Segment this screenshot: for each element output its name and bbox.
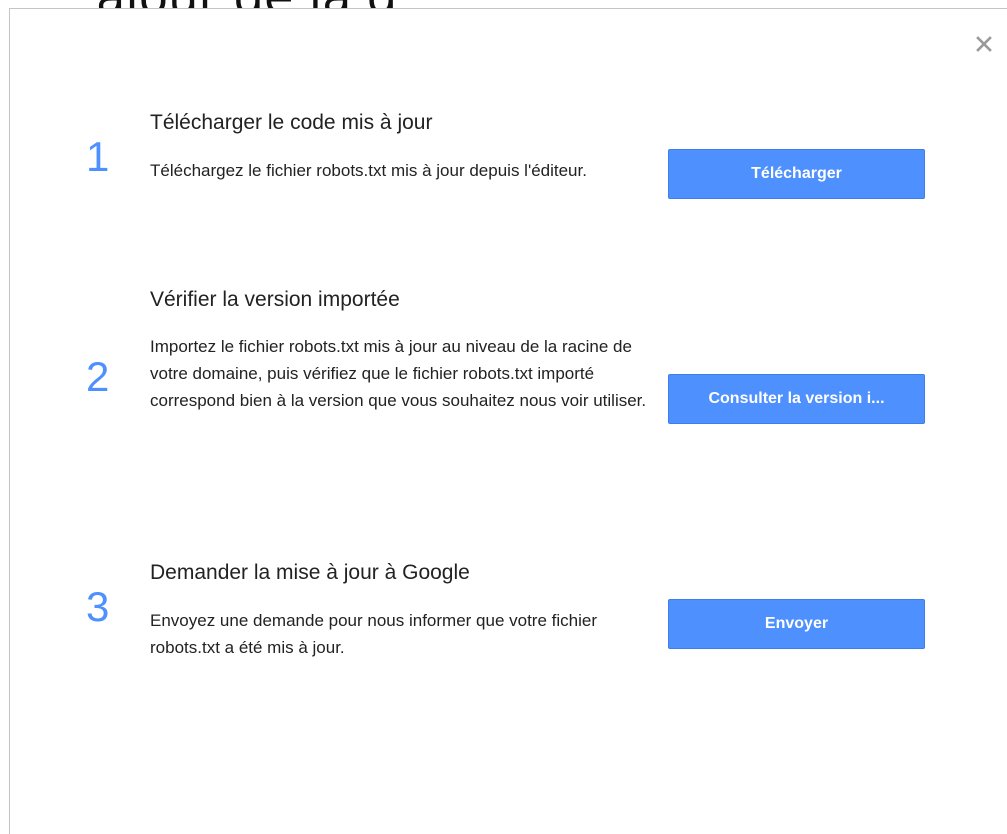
step-number: 2 (86, 353, 110, 400)
step-title: Demander la mise à jour à Google (150, 561, 470, 584)
page: ajour de la g 1 Télécharger le code mis … (0, 0, 1007, 834)
step-description: Envoyez une demande pour nous informer q… (150, 611, 597, 657)
step-description: Importez le fichier robots.txt mis à jou… (150, 337, 647, 410)
step-title: Télécharger le code mis à jour (150, 111, 433, 134)
view-uploaded-version-button[interactable]: Consulter la version i... (668, 374, 925, 424)
submit-button[interactable]: Envoyer (668, 599, 925, 649)
step-number: 1 (86, 133, 110, 180)
step-number: 3 (86, 583, 110, 630)
step-title: Vérifier la version importée (150, 288, 400, 311)
close-icon (976, 36, 992, 52)
close-button[interactable] (974, 34, 996, 56)
step-description: Téléchargez le fichier robots.txt mis à … (150, 161, 587, 180)
download-button[interactable]: Télécharger (668, 149, 925, 199)
